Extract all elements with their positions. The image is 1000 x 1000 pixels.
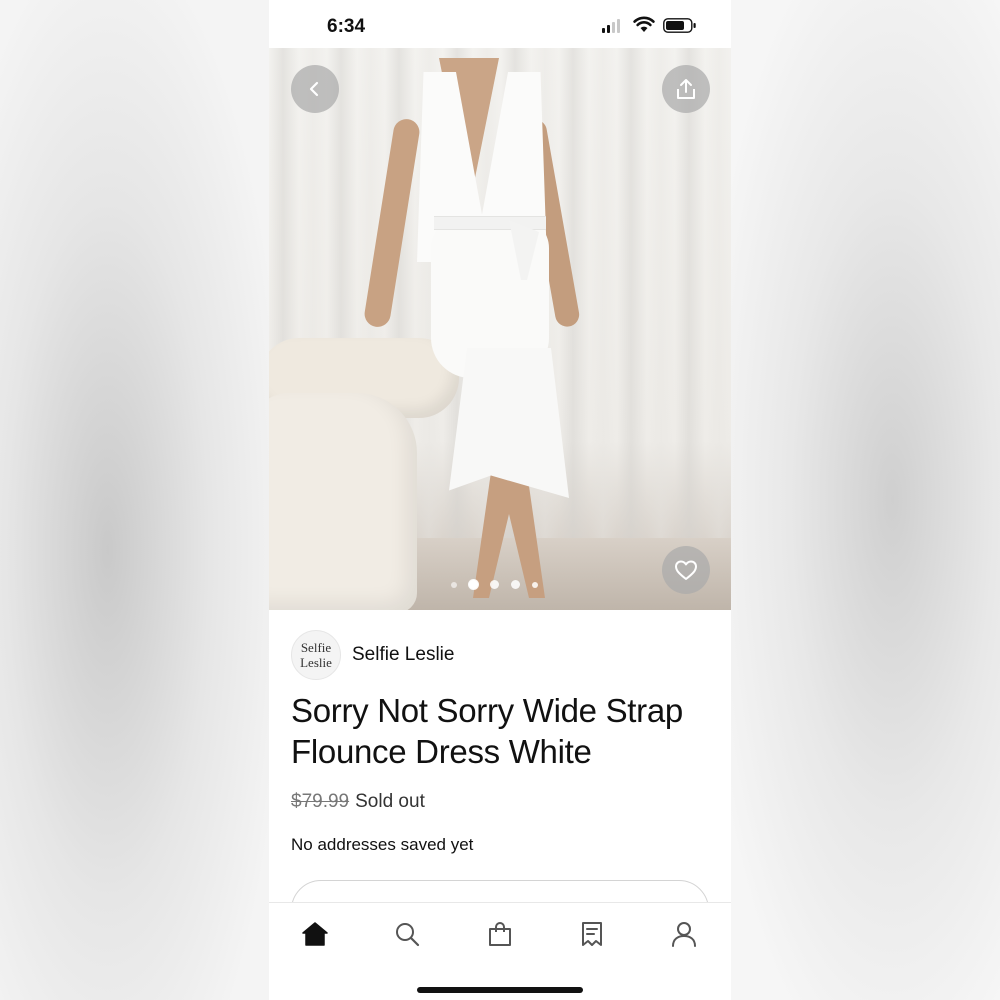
seller-logo[interactable]: Selfie Leslie (291, 630, 341, 680)
seller-logo-line2: Leslie (300, 655, 332, 670)
product-title: Sorry Not Sorry Wide Strap Flounce Dress… (291, 692, 683, 770)
address-note: No addresses saved yet (291, 835, 474, 854)
battery-icon (663, 18, 696, 33)
dress-flounce (449, 348, 569, 498)
tab-home[interactable] (295, 917, 335, 951)
tab-search[interactable] (387, 917, 427, 951)
share-icon (677, 79, 695, 99)
tab-bar (269, 902, 731, 1000)
availability-status: Sold out (355, 791, 425, 812)
carousel-dot[interactable] (511, 580, 520, 589)
photo-background-left (0, 0, 269, 1000)
carousel-indicator[interactable] (451, 580, 538, 589)
carousel-dot[interactable] (532, 581, 538, 588)
shopping-bag-icon (489, 922, 511, 946)
photo-background-right (731, 0, 1000, 1000)
phone-screen: 6:34 Selfie Leslie Selfie Leslie Sorry N… (269, 0, 731, 1000)
tab-profile[interactable] (664, 917, 704, 951)
seller-name[interactable]: Selfie Leslie (352, 644, 454, 666)
heart-icon (675, 560, 697, 580)
chair-seat (269, 393, 417, 610)
status-time: 6:34 (327, 16, 366, 37)
status-bar: 6:34 (269, 0, 731, 48)
seller-logo-line1: Selfie (300, 640, 332, 655)
cellular-signal-icon (602, 19, 620, 33)
back-button[interactable] (291, 65, 339, 113)
dress-belt (434, 216, 546, 230)
seller-row[interactable]: Selfie Leslie Selfie Leslie (291, 630, 454, 680)
like-button[interactable] (662, 546, 710, 594)
home-icon (302, 922, 328, 946)
wifi-icon (633, 16, 655, 32)
carousel-dot[interactable] (451, 581, 457, 588)
product-image[interactable] (269, 48, 731, 610)
tab-shop[interactable] (480, 917, 520, 951)
carousel-dot[interactable] (490, 580, 499, 589)
profile-icon (672, 922, 696, 947)
price-row: $79.99 Sold out (291, 791, 425, 813)
tab-orders[interactable] (572, 917, 612, 951)
product-price: $79.99 (291, 791, 350, 812)
receipt-icon (582, 922, 602, 946)
carousel-dot-active[interactable] (469, 580, 478, 589)
home-indicator[interactable] (417, 987, 583, 993)
chevron-left-icon (309, 81, 319, 97)
search-icon (396, 923, 420, 947)
share-button[interactable] (662, 65, 710, 113)
